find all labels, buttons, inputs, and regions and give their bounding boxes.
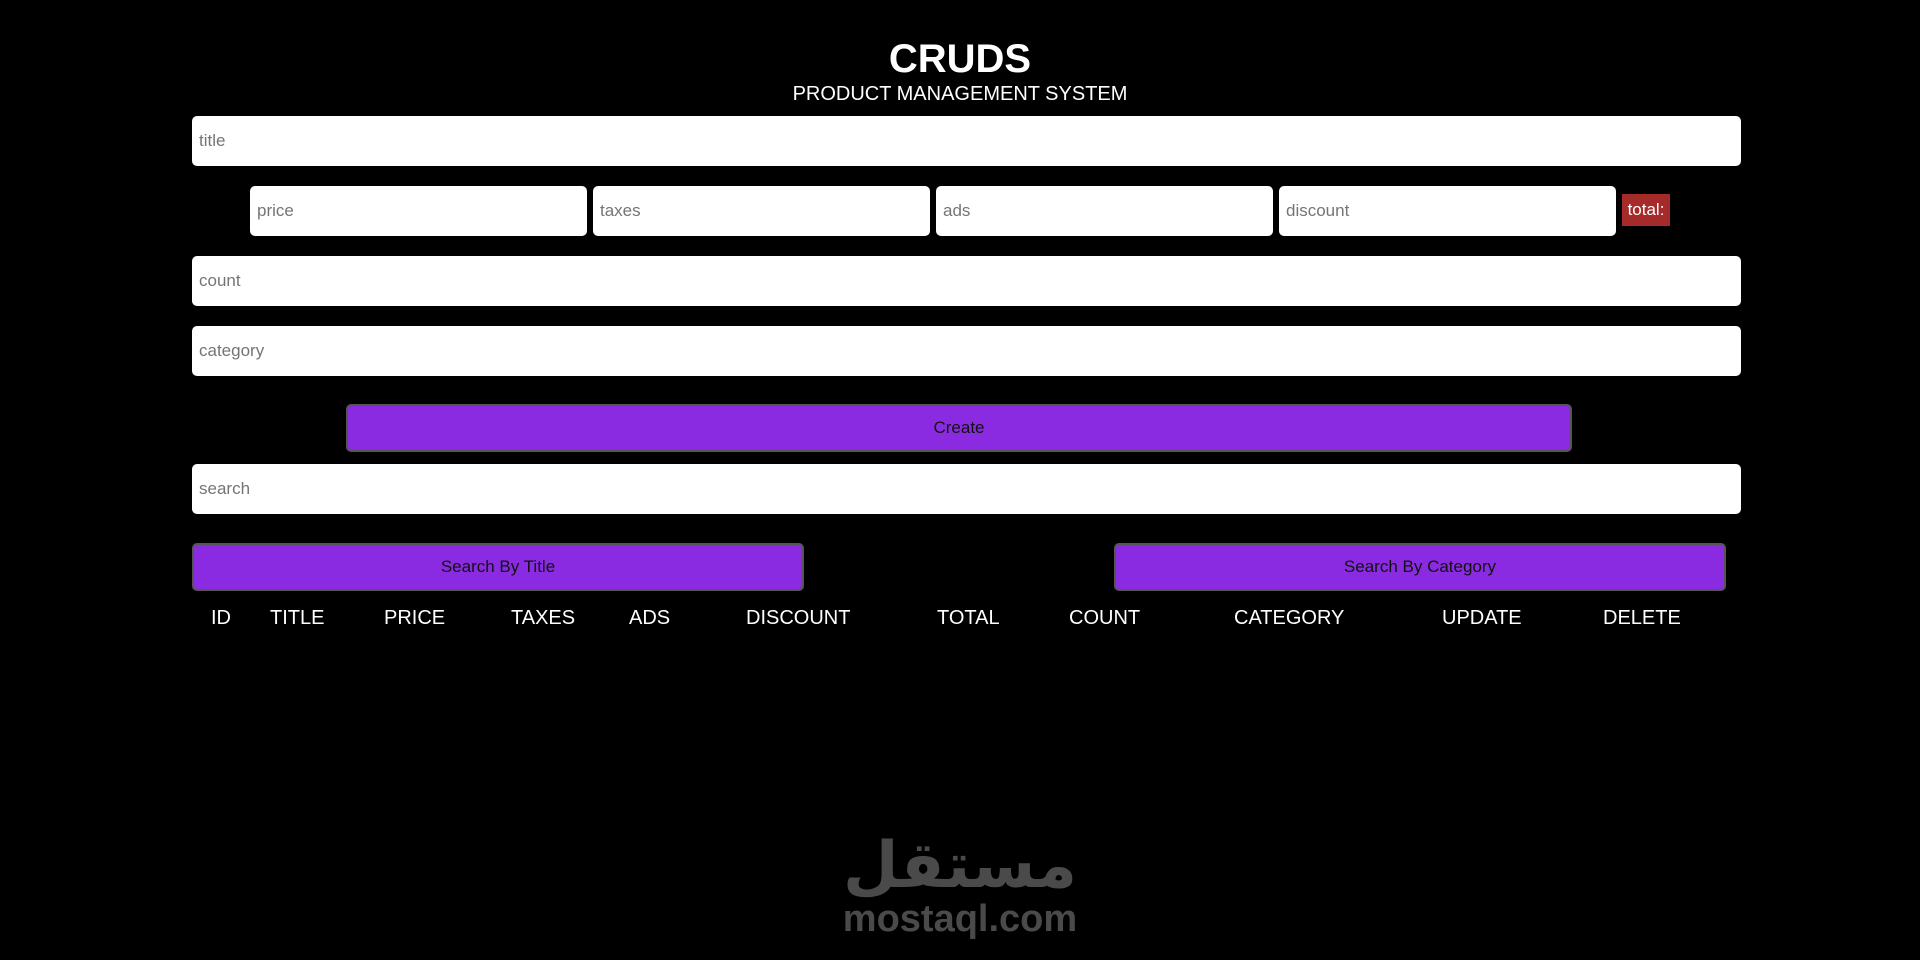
column-header-update: UPDATE xyxy=(1442,607,1522,629)
search-input[interactable] xyxy=(192,464,1741,514)
watermark-latin-text: mostaql.com xyxy=(842,898,1078,940)
column-header-taxes: TAXES xyxy=(511,607,576,629)
app-title: CRUDS xyxy=(888,37,1032,81)
discount-input[interactable] xyxy=(1279,186,1616,236)
column-header-ads: ADS xyxy=(629,607,671,629)
column-header-delete: DELETE xyxy=(1603,607,1681,629)
total-badge: total: xyxy=(1622,194,1670,226)
column-header-total: TOTAL xyxy=(937,607,1000,629)
column-header-price: PRICE xyxy=(384,607,446,629)
count-input[interactable] xyxy=(192,256,1741,306)
column-header-count: COUNT xyxy=(1069,607,1141,629)
app-subtitle: PRODUCT MANAGEMENT SYSTEM xyxy=(792,83,1128,105)
taxes-input[interactable] xyxy=(593,186,930,236)
search-by-category-button[interactable]: Search By Category xyxy=(1114,543,1726,591)
price-input[interactable] xyxy=(250,186,587,236)
ads-input[interactable] xyxy=(936,186,1273,236)
column-header-category: CATEGORY xyxy=(1234,607,1345,629)
search-by-title-button[interactable]: Search By Title xyxy=(192,543,804,591)
column-header-discount: DISCOUNT xyxy=(746,607,851,629)
column-header-id: ID xyxy=(211,607,231,629)
category-input[interactable] xyxy=(192,326,1741,376)
title-input[interactable] xyxy=(192,116,1741,166)
column-header-title: TITLE xyxy=(270,607,325,629)
mostaql-watermark: مستقل mostaql.com xyxy=(840,826,1080,940)
create-button[interactable]: Create xyxy=(346,404,1572,452)
watermark-arabic-text: مستقل xyxy=(842,829,1078,903)
